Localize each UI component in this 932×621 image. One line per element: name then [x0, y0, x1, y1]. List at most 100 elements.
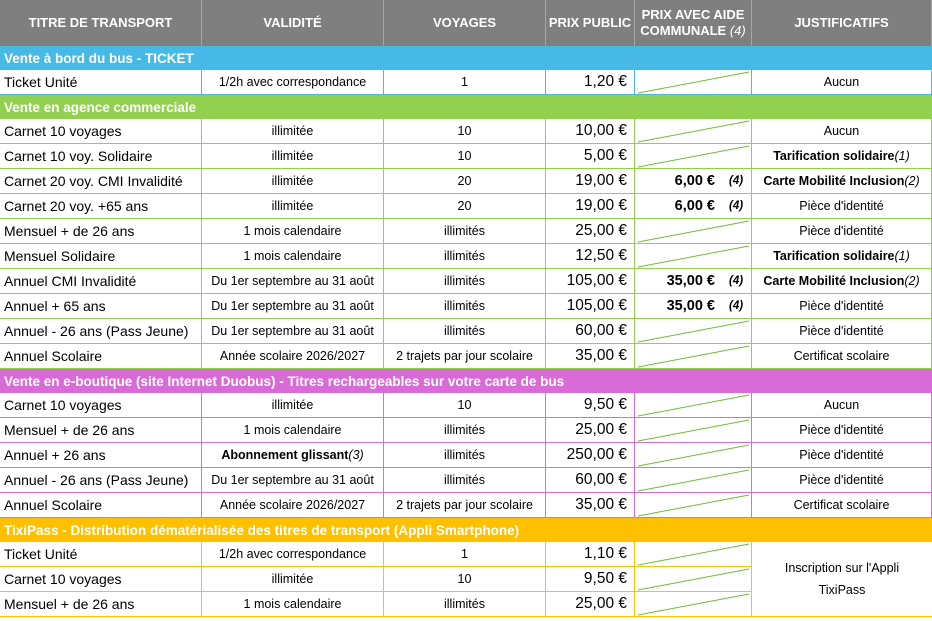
title-text: Mensuel Solidaire: [4, 248, 116, 264]
cell-validity: illimitée: [202, 393, 384, 418]
cell-trips: illimités: [384, 269, 546, 294]
price-text: 10,00 €: [575, 122, 627, 139]
cell-price: 1,10 €: [546, 542, 635, 567]
trips-text: illimités: [444, 249, 485, 263]
cell-price: 35,00 €: [546, 344, 635, 369]
validity-text: Du 1er septembre au 31 août: [211, 324, 374, 338]
doc-text: Carte Mobilité Inclusion: [763, 174, 905, 188]
price-text: 19,00 €: [575, 197, 627, 214]
column-header-title: TITRE DE TRANSPORT: [0, 0, 202, 46]
title-text: Ticket Unité: [4, 546, 78, 562]
trips-text: illimités: [444, 274, 485, 288]
cell-price: 10,00 €: [546, 119, 635, 144]
cell-title: Ticket Unité: [0, 542, 202, 567]
cell-validity: illimitée: [202, 194, 384, 219]
price-text: 250,00 €: [566, 446, 627, 463]
doc-note: (1): [894, 149, 910, 163]
section-title: Vente à bord du bus - TICKET: [4, 50, 194, 66]
column-header-label: TITRE DE TRANSPORT: [28, 15, 173, 30]
cell-aid: [635, 493, 752, 518]
cell-validity: 1 mois calendaire: [202, 592, 384, 617]
doc-text: Pièce d'identité: [799, 299, 884, 313]
cell-doc: Pièce d'identité: [752, 443, 932, 468]
cell-title: Annuel - 26 ans (Pass Jeune): [0, 319, 202, 344]
cell-title: Mensuel Solidaire: [0, 244, 202, 269]
trips-text: 10: [457, 398, 472, 412]
cell-trips: illimités: [384, 319, 546, 344]
doc-merged-text: Inscription sur l'Appli TixiPass: [784, 561, 900, 597]
title-text: Annuel CMI Invalidité: [4, 273, 137, 289]
trips-text: illimités: [444, 473, 485, 487]
price-text: 9,50 €: [583, 570, 627, 587]
validity-text: Abonnement glissant: [221, 448, 349, 462]
cell-aid: [635, 443, 752, 468]
column-header-label: PRIX PUBLIC: [548, 15, 632, 30]
title-text: Ticket Unité: [4, 74, 78, 90]
cell-aid: [635, 393, 752, 418]
cell-doc: Aucun: [752, 119, 932, 144]
cell-aid: [635, 468, 752, 493]
cell-doc: Pièce d'identité: [752, 219, 932, 244]
cell-aid: 35,00 € (4): [635, 269, 752, 294]
column-header-validity: VALIDITÉ: [202, 0, 384, 46]
cell-trips: illimités: [384, 244, 546, 269]
cell-doc-merged: Inscription sur l'Appli TixiPass: [752, 542, 932, 617]
doc-text: Pièce d'identité: [799, 423, 884, 437]
doc-note: (2): [904, 174, 920, 188]
trips-text: 1: [461, 547, 468, 561]
cell-trips: 1: [384, 70, 546, 95]
cell-aid: 6,00 € (4): [635, 194, 752, 219]
cell-aid: 6,00 € (4): [635, 169, 752, 194]
cell-trips: 20: [384, 194, 546, 219]
cell-price: 5,00 €: [546, 144, 635, 169]
trips-text: illimités: [444, 597, 485, 611]
price-text: 25,00 €: [575, 595, 627, 612]
cell-validity: Abonnement glissant (3): [202, 443, 384, 468]
aid-price: 6,00 €: [674, 173, 715, 189]
section-title: TixiPass - Distribution dématérialisée d…: [4, 522, 520, 538]
section-header: Vente en agence commerciale: [0, 95, 932, 119]
cell-title: Annuel + 65 ans: [0, 294, 202, 319]
cell-validity: illimitée: [202, 567, 384, 592]
cell-price: 25,00 €: [546, 592, 635, 617]
cell-trips: 1: [384, 542, 546, 567]
validity-text: illimitée: [271, 174, 314, 188]
tariff-table: TITRE DE TRANSPORT VALIDITÉ VOYAGES PRIX PU…: [0, 0, 932, 621]
cell-aid: [635, 144, 752, 169]
doc-note: (1): [894, 249, 910, 263]
trips-text: 10: [457, 572, 472, 586]
cell-validity: illimitée: [202, 144, 384, 169]
doc-text: Pièce d'identité: [799, 324, 884, 338]
column-header-note: (4): [729, 23, 746, 38]
title-text: Carnet 10 voy. Solidaire: [4, 148, 153, 164]
cell-aid: 35,00 € (4): [635, 294, 752, 319]
cell-aid: [635, 244, 752, 269]
doc-text: Aucun: [823, 75, 860, 89]
cell-trips: illimités: [384, 219, 546, 244]
price-text: 5,00 €: [583, 147, 627, 164]
validity-note: (3): [348, 448, 364, 462]
title-text: Mensuel + de 26 ans: [4, 422, 135, 438]
validity-text: 1 mois calendaire: [243, 597, 342, 611]
cell-validity: Du 1er septembre au 31 août: [202, 269, 384, 294]
section-header: TixiPass - Distribution dématérialisée d…: [0, 518, 932, 542]
doc-text: Aucun: [823, 398, 860, 412]
column-header-trips: VOYAGES: [384, 0, 546, 46]
price-text: 1,20 €: [583, 73, 627, 90]
cell-price: 35,00 €: [546, 493, 635, 518]
aid-price: 35,00 €: [666, 298, 715, 314]
cell-title: Annuel - 26 ans (Pass Jeune): [0, 468, 202, 493]
title-text: Carnet 10 voyages: [4, 123, 122, 139]
cell-aid: [635, 592, 752, 617]
cell-title: Carnet 20 voy. +65 ans: [0, 194, 202, 219]
doc-text: Pièce d'identité: [799, 473, 884, 487]
trips-text: illimités: [444, 224, 485, 238]
cell-doc: Carte Mobilité Inclusion (2): [752, 269, 932, 294]
cell-doc: Pièce d'identité: [752, 294, 932, 319]
cell-price: 105,00 €: [546, 269, 635, 294]
cell-price: 60,00 €: [546, 319, 635, 344]
cell-title: Mensuel + de 26 ans: [0, 219, 202, 244]
validity-text: 1 mois calendaire: [243, 224, 342, 238]
trips-text: 2 trajets par jour scolaire: [396, 498, 533, 512]
doc-text: Carte Mobilité Inclusion: [763, 274, 905, 288]
